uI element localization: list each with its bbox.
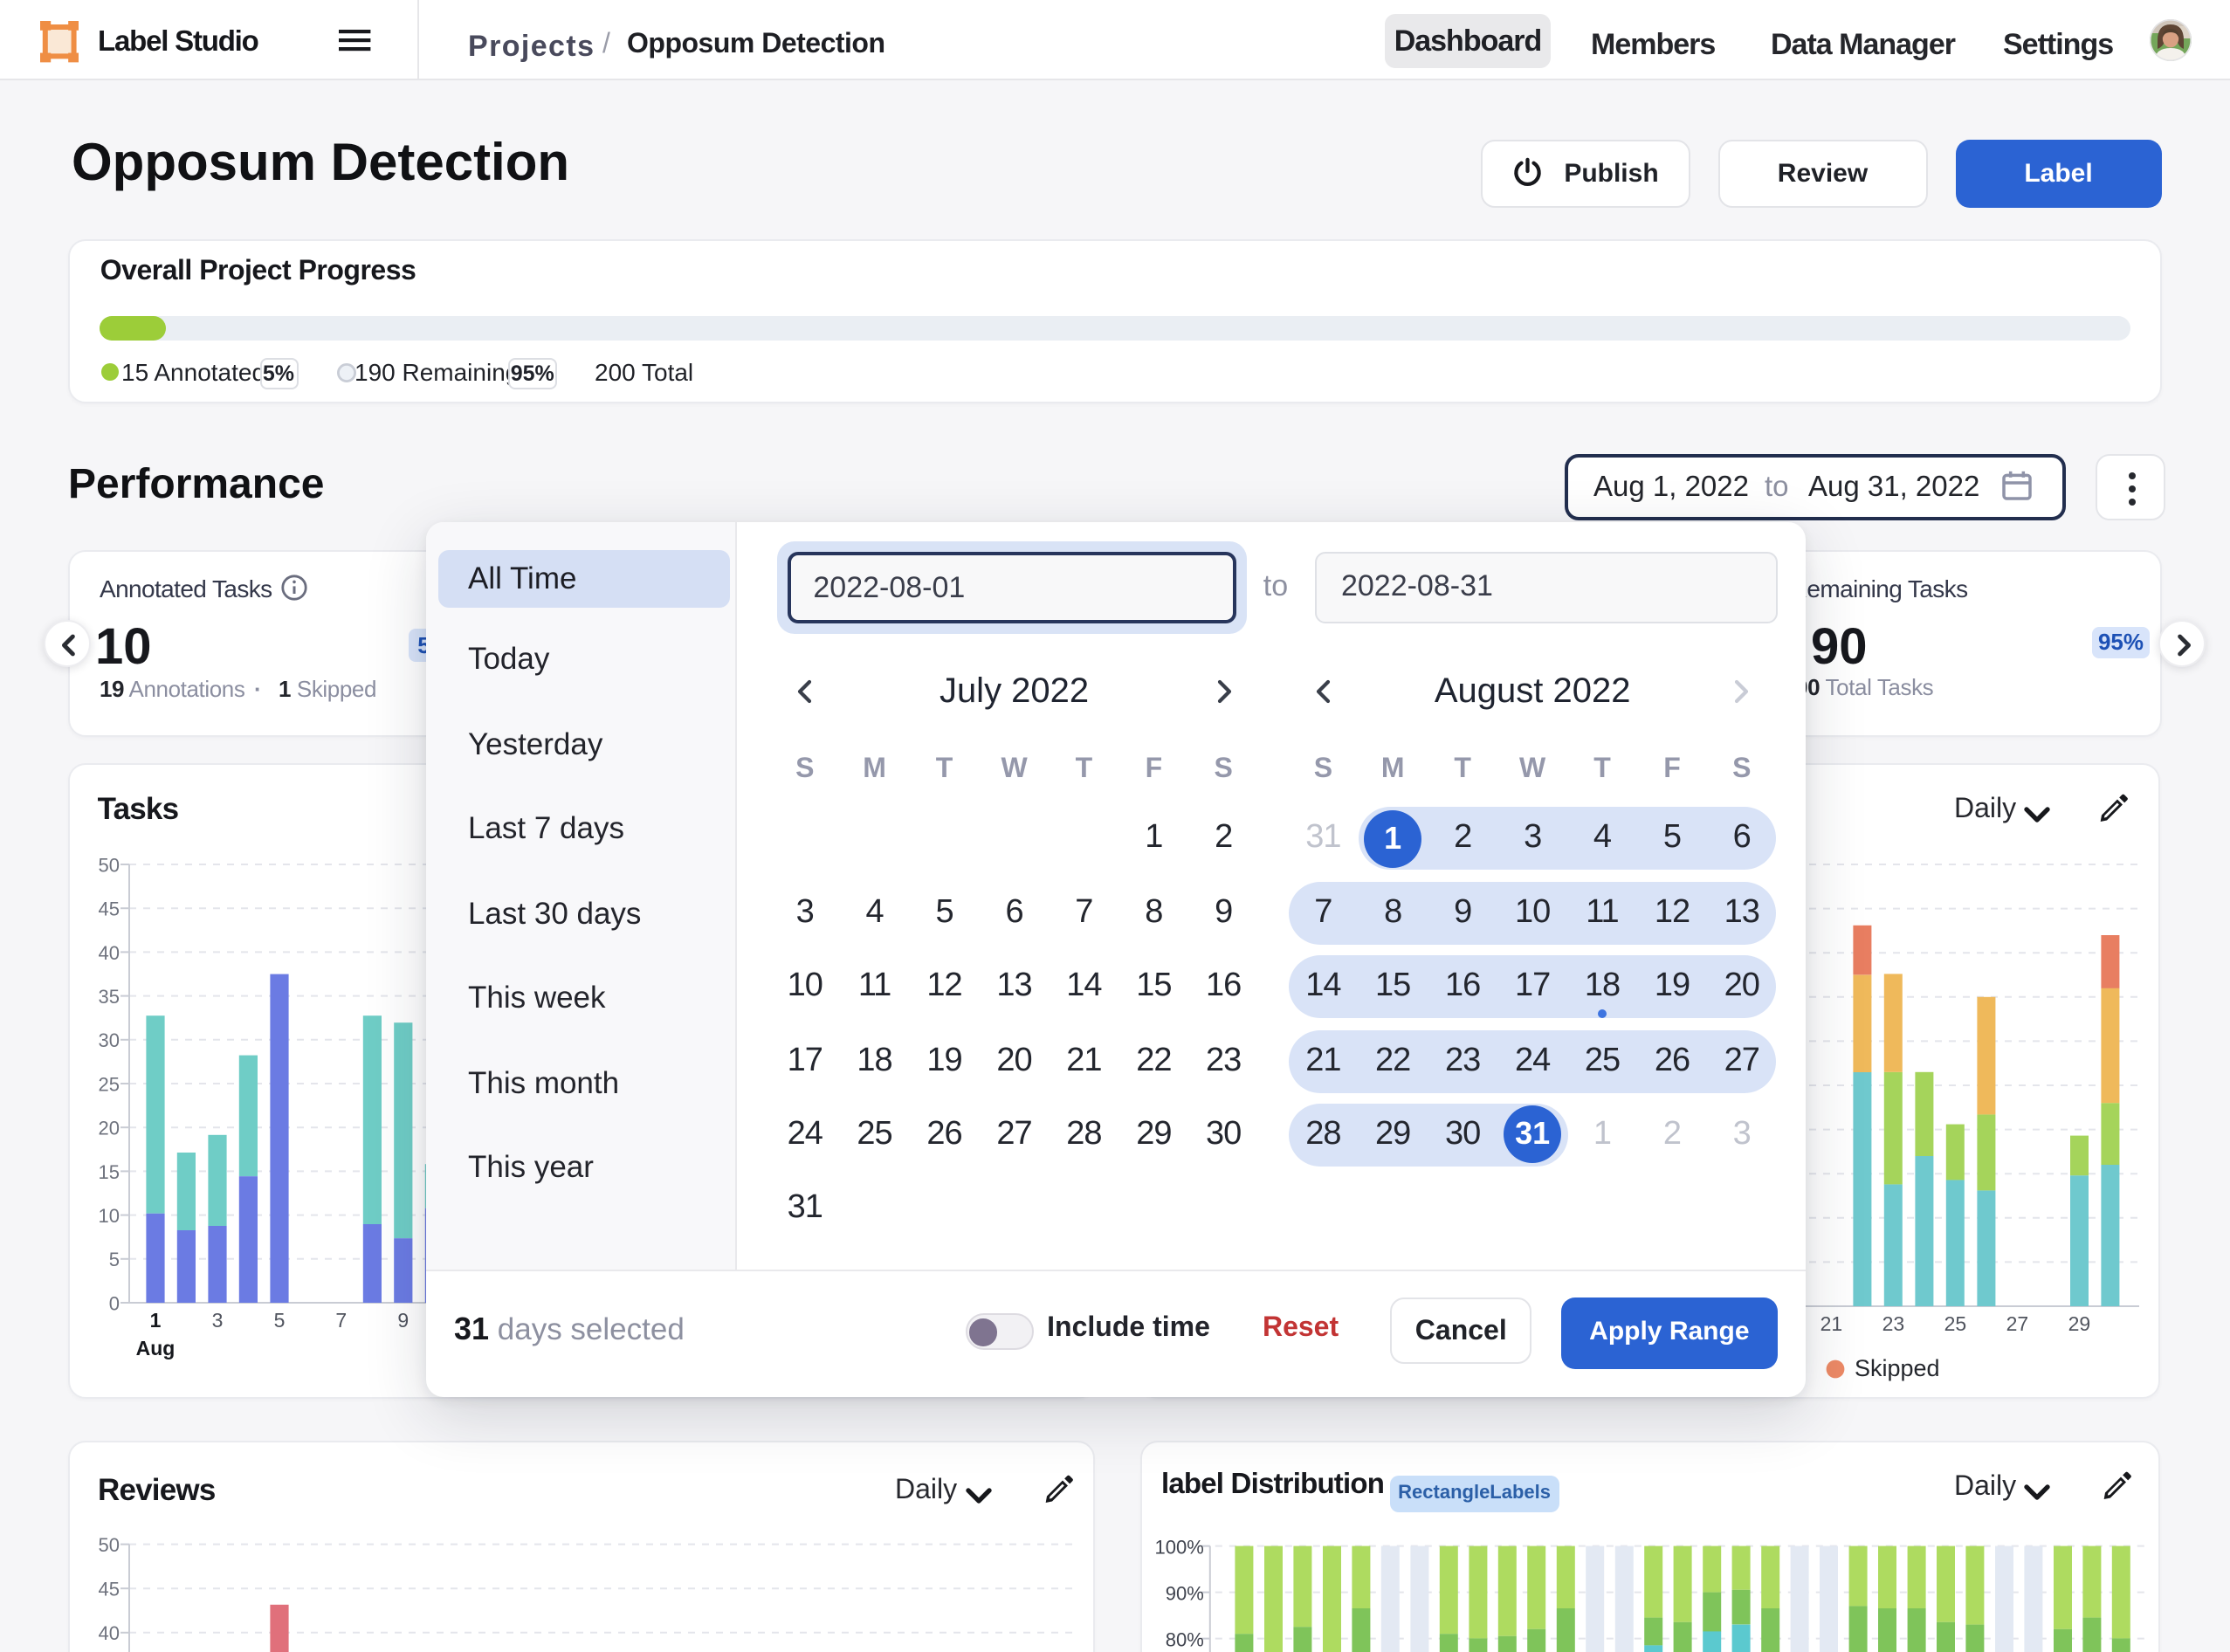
- svg-text:21: 21: [1820, 1312, 1842, 1335]
- svg-text:9: 9: [396, 1309, 408, 1332]
- svg-text:20: 20: [98, 1118, 119, 1139]
- svg-text:45: 45: [98, 1579, 119, 1600]
- svg-text:29: 29: [2068, 1312, 2090, 1335]
- svg-text:25: 25: [98, 1073, 119, 1095]
- svg-text:35: 35: [98, 986, 119, 1008]
- svg-text:27: 27: [2006, 1312, 2028, 1335]
- svg-text:40: 40: [98, 942, 119, 964]
- svg-text:Aug: Aug: [135, 1337, 175, 1359]
- svg-text:50: 50: [98, 854, 119, 876]
- svg-text:23: 23: [1882, 1312, 1904, 1335]
- svg-text:0: 0: [108, 1292, 119, 1314]
- svg-text:7: 7: [334, 1309, 346, 1332]
- svg-text:100%: 100%: [1154, 1536, 1203, 1558]
- svg-text:5: 5: [108, 1249, 119, 1270]
- svg-text:15: 15: [98, 1161, 119, 1183]
- svg-text:5: 5: [273, 1309, 285, 1332]
- svg-text:80%: 80%: [1165, 1628, 1203, 1650]
- svg-text:25: 25: [1944, 1312, 1966, 1335]
- svg-text:Skipped: Skipped: [1855, 1355, 1940, 1381]
- svg-text:40: 40: [98, 1622, 119, 1644]
- svg-text:1: 1: [149, 1309, 161, 1332]
- svg-text:3: 3: [211, 1309, 223, 1332]
- svg-text:50: 50: [98, 1534, 119, 1556]
- svg-text:10: 10: [98, 1205, 119, 1227]
- svg-text:45: 45: [98, 898, 119, 920]
- svg-text:30: 30: [98, 1029, 119, 1051]
- svg-text:90%: 90%: [1165, 1582, 1203, 1604]
